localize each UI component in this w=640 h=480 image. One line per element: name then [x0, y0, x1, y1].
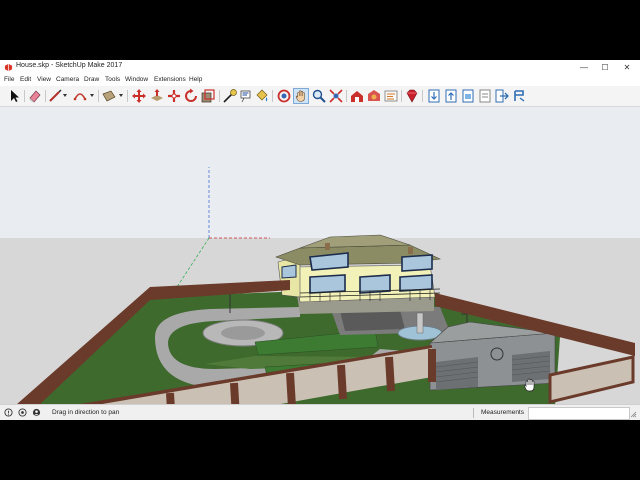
rectangle-dropdown-arrow[interactable] — [119, 94, 123, 97]
toolbar-separator — [272, 90, 273, 102]
window-title: House.skp - SketchUp Make 2017 — [16, 62, 123, 69]
user-account-icon[interactable] — [32, 408, 41, 417]
menu-extensions[interactable]: Extensions — [154, 76, 186, 83]
scene-canvas[interactable] — [0, 107, 640, 404]
extension-warehouse-icon[interactable] — [366, 88, 382, 104]
credits-icon[interactable] — [18, 408, 27, 417]
menu-tools[interactable]: Tools — [105, 76, 120, 83]
eraser-tool-icon[interactable] — [27, 88, 43, 104]
push-pull-tool-icon[interactable] — [149, 88, 165, 104]
scale-tool-icon[interactable] — [200, 88, 216, 104]
rectangle-tool-icon[interactable] — [101, 88, 117, 104]
arc-dropdown-arrow[interactable] — [90, 94, 94, 97]
menu-window[interactable]: Window — [125, 76, 148, 83]
status-bar: Drag in direction to pan Measurements — [0, 404, 640, 420]
share-component-icon[interactable] — [477, 88, 493, 104]
3d-warehouse-icon[interactable] — [349, 88, 365, 104]
toolbar-separator — [219, 90, 220, 102]
menu-view[interactable]: View — [37, 76, 51, 83]
extension-manager-icon[interactable] — [511, 88, 527, 104]
toolbar-separator — [98, 90, 99, 102]
line-tool-icon[interactable] — [47, 88, 63, 104]
garage-block — [429, 321, 556, 391]
menu-draw[interactable]: Draw — [84, 76, 99, 83]
sky — [0, 107, 640, 238]
status-separator — [473, 408, 474, 418]
select-tool-icon[interactable] — [6, 88, 22, 104]
toolbar-separator — [24, 90, 25, 102]
toolbar-separator — [422, 90, 423, 102]
menu-bar: File Edit View Camera Draw Tools Window … — [0, 75, 640, 85]
modeling-viewport[interactable] — [0, 107, 640, 404]
close-button[interactable]: ✕ — [614, 60, 640, 75]
menu-file[interactable]: File — [4, 76, 14, 83]
text-tool-icon[interactable] — [238, 88, 254, 104]
rotate-tool-icon[interactable] — [166, 88, 182, 104]
large-tool-set-toolbar — [0, 86, 640, 107]
line-dropdown-arrow[interactable] — [63, 94, 67, 97]
menu-edit[interactable]: Edit — [20, 76, 31, 83]
sketchup-logo-icon — [4, 63, 13, 72]
resize-grip-icon[interactable] — [630, 411, 637, 418]
measurements-input[interactable] — [528, 407, 630, 420]
geo-location-icon[interactable] — [4, 408, 13, 417]
layout-icon[interactable] — [383, 88, 399, 104]
menu-help[interactable]: Help — [189, 76, 202, 83]
sketchup-window: House.skp - SketchUp Make 2017 — ☐ ✕ Fil… — [0, 60, 640, 420]
toolbar-separator — [45, 90, 46, 102]
move-tool-icon[interactable] — [131, 88, 147, 104]
paint-bucket-tool-icon[interactable] — [254, 88, 270, 104]
follow-me-tool-icon[interactable] — [183, 88, 199, 104]
toolbar-separator — [346, 90, 347, 102]
zoom-tool-icon[interactable] — [311, 88, 327, 104]
arc-tool-icon[interactable] — [72, 88, 88, 104]
zoom-extents-tool-icon[interactable] — [328, 88, 344, 104]
tape-measure-tool-icon[interactable] — [222, 88, 238, 104]
orbit-tool-icon[interactable] — [276, 88, 292, 104]
ruby-console-icon[interactable] — [404, 88, 420, 104]
toolbar-separator — [127, 90, 128, 102]
title-bar: House.skp - SketchUp Make 2017 — ☐ ✕ — [0, 60, 640, 75]
toolbar-separator — [401, 90, 402, 102]
measurements-label: Measurements — [481, 409, 524, 416]
share-model-icon[interactable] — [443, 88, 459, 104]
upload-component-icon[interactable] — [460, 88, 476, 104]
pan-tool-icon[interactable] — [293, 88, 309, 104]
get-models-icon[interactable] — [426, 88, 442, 104]
export-icon[interactable] — [494, 88, 510, 104]
menu-camera[interactable]: Camera — [56, 76, 79, 83]
status-hint-text: Drag in direction to pan — [52, 409, 120, 416]
